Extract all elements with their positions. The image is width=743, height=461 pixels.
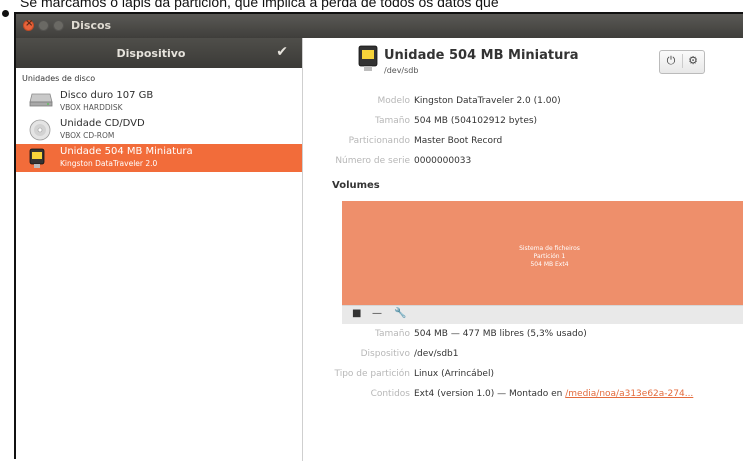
- usb-drive-icon: [29, 147, 45, 173]
- mount-point-link[interactable]: /media/noa/a313e62a-274...: [565, 389, 693, 399]
- hard-disk-icon: [29, 91, 53, 111]
- device-model: Kingston DataTraveler 2.0: [60, 159, 158, 168]
- field-label: Tamaño: [374, 116, 410, 126]
- drive-details: Unidade 504 MB Miniatura /dev/sdb ⏻ ⚙ Mo…: [304, 38, 743, 461]
- device-name: Unidade CD/DVD: [60, 118, 145, 129]
- sidebar-item-optical-drive[interactable]: Unidade CD/DVD VBOX CD-ROM: [16, 116, 302, 144]
- field-value: /dev/sdb1: [414, 349, 459, 359]
- field-value: Master Boot Record: [414, 136, 503, 146]
- contents-text: Ext4 (version 1.0) — Montado en: [414, 389, 563, 399]
- field-label: Dispositivo: [360, 349, 410, 359]
- field-label: Modelo: [377, 96, 410, 106]
- section-label: Unidades de disco: [22, 74, 96, 83]
- sidebar-item-usb-drive[interactable]: Unidade 504 MB Miniatura Kingston DataTr…: [16, 144, 302, 172]
- drive-path: /dev/sdb: [384, 66, 419, 75]
- sidebar-header-label: Dispositivo: [116, 47, 186, 60]
- field-label: Contidos: [370, 389, 410, 399]
- partition-block[interactable]: Sistema de ficheiros Partición 1 504 MB …: [342, 201, 743, 305]
- partition-line: Sistema de ficheiros: [519, 245, 580, 252]
- disks-window: Discos Dispositivo ✔ Unidades de disco D…: [14, 12, 743, 461]
- field-value: 504 MB — 477 MB libres (5,3% usado): [414, 329, 587, 339]
- drive-title: Unidade 504 MB Miniatura: [384, 48, 579, 63]
- sidebar-header: Dispositivo ✔: [16, 38, 302, 68]
- wrench-icon[interactable]: 🔧: [394, 308, 406, 319]
- field-value: 504 MB (504102912 bytes): [414, 116, 538, 126]
- field-label: Tipo de partición: [334, 369, 410, 379]
- maximize-window-button[interactable]: [53, 20, 64, 31]
- minus-icon[interactable]: —: [372, 308, 382, 319]
- field-label: Tamaño: [374, 329, 410, 339]
- bullet: [2, 10, 9, 17]
- field-value: Linux (Arrincábel): [414, 369, 494, 379]
- minimize-window-button[interactable]: [38, 20, 49, 31]
- drive-actions: ⏻ ⚙: [659, 50, 705, 74]
- optical-drive-icon: [29, 119, 51, 145]
- titlebar: Discos: [16, 14, 743, 38]
- window-title: Discos: [71, 19, 112, 32]
- field-value: 0000000033: [414, 156, 472, 166]
- device-model: VBOX CD-ROM: [60, 131, 115, 140]
- usb-drive-icon: [358, 44, 378, 76]
- partition-line: Partición 1: [533, 253, 566, 260]
- checkmark-icon[interactable]: ✔: [276, 44, 288, 60]
- sidebar-item-hard-disk[interactable]: Disco duro 107 GB VBOX HARDDISK: [16, 88, 302, 116]
- field-value: Kingston DataTraveler 2.0 (1.00): [414, 96, 561, 106]
- field-label: Particionando: [348, 136, 410, 146]
- device-name: Unidade 504 MB Miniatura: [60, 146, 193, 157]
- device-sidebar: Dispositivo ✔ Unidades de disco Disco du…: [16, 38, 303, 461]
- volumes-title: Volumes: [332, 180, 380, 191]
- stop-icon[interactable]: ■: [352, 308, 361, 319]
- close-window-button[interactable]: [23, 18, 34, 31]
- partition-line: 504 MB Ext4: [530, 261, 569, 268]
- power-icon[interactable]: ⏻: [660, 54, 683, 68]
- volume-toolbar: ■ — 🔧: [342, 305, 743, 324]
- gear-icon[interactable]: ⚙: [682, 54, 704, 67]
- field-label: Número de serie: [335, 156, 410, 166]
- device-name: Disco duro 107 GB: [60, 90, 154, 101]
- device-model: VBOX HARDDISK: [60, 103, 123, 112]
- field-value: Ext4 (version 1.0) — Montado en /media/n…: [414, 389, 693, 399]
